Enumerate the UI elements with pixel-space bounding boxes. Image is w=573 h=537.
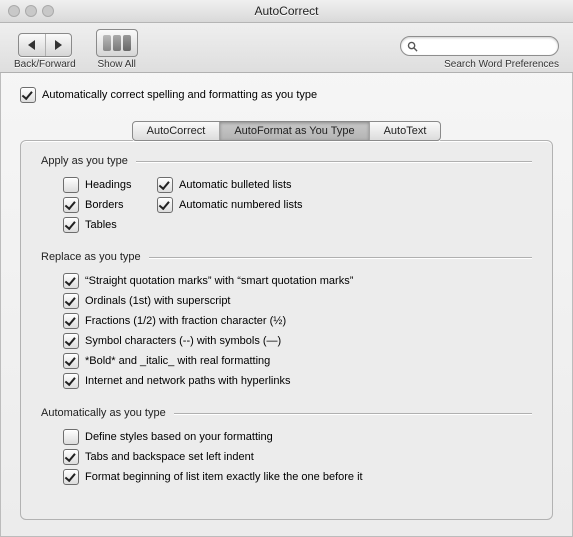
checkbox[interactable] — [63, 217, 79, 233]
section-replace-header: Replace as you type — [41, 251, 532, 263]
back-forward-segmented — [18, 33, 72, 57]
option-numbered-lists[interactable]: Automatic numbered lists — [157, 197, 532, 213]
option-label: Borders — [85, 199, 124, 211]
checkbox[interactable] — [63, 449, 79, 465]
option-label: *Bold* and _italic_ with real formatting — [85, 355, 270, 367]
checkbox[interactable] — [63, 197, 79, 213]
section-auto-title: Automatically as you type — [41, 407, 166, 419]
option-label: Automatic bulleted lists — [179, 179, 292, 191]
option-bold-italic[interactable]: *Bold* and _italic_ with real formatting — [63, 353, 532, 369]
triangle-left-icon — [28, 40, 36, 50]
minimize-button[interactable] — [25, 5, 37, 17]
divider — [136, 161, 532, 162]
option-label: Automatic numbered lists — [179, 199, 303, 211]
search-icon — [407, 41, 418, 52]
close-button[interactable] — [8, 5, 20, 17]
option-format-list-item[interactable]: Format beginning of list item exactly li… — [63, 469, 532, 485]
checkbox[interactable] — [157, 197, 173, 213]
window-controls — [8, 5, 54, 17]
option-label: Ordinals (1st) with superscript — [85, 295, 231, 307]
checkbox[interactable] — [63, 373, 79, 389]
content-area: Automatically correct spelling and forma… — [0, 73, 573, 537]
tabs-row: AutoCorrect AutoFormat as You Type AutoT… — [20, 121, 553, 141]
triangle-right-icon — [54, 40, 62, 50]
show-all-icon — [113, 35, 121, 51]
show-all-label: Show All — [98, 59, 136, 70]
preferences-window: AutoCorrect Back/Forward Show All — [0, 0, 573, 537]
section-auto: Automatically as you type Define styles … — [41, 407, 532, 485]
checkbox[interactable] — [63, 273, 79, 289]
option-label: Tabs and backspace set left indent — [85, 451, 254, 463]
show-all-icon — [123, 35, 131, 51]
show-all-icon — [103, 35, 111, 51]
checkbox[interactable] — [63, 353, 79, 369]
option-tables[interactable]: Tables — [63, 217, 153, 233]
zoom-button[interactable] — [42, 5, 54, 17]
section-replace-title: Replace as you type — [41, 251, 141, 263]
option-ordinals[interactable]: Ordinals (1st) with superscript — [63, 293, 532, 309]
tab-autotext[interactable]: AutoText — [369, 122, 441, 140]
option-label: “Straight quotation marks” with “smart q… — [85, 275, 353, 287]
section-replace: Replace as you type “Straight quotation … — [41, 251, 532, 389]
option-smart-quotes[interactable]: “Straight quotation marks” with “smart q… — [63, 273, 532, 289]
search-caption: Search Word Preferences — [444, 59, 559, 70]
search-group: Search Word Preferences — [400, 36, 559, 70]
forward-button[interactable] — [45, 34, 71, 56]
option-borders[interactable]: Borders — [63, 197, 153, 213]
show-all-button[interactable] — [96, 29, 138, 57]
option-define-styles[interactable]: Define styles based on your formatting — [63, 429, 532, 445]
section-apply-title: Apply as you type — [41, 155, 128, 167]
option-headings[interactable]: Headings — [63, 177, 153, 193]
window-title: AutoCorrect — [254, 4, 318, 18]
option-label: Symbol characters (--) with symbols (—) — [85, 335, 281, 347]
option-label: Format beginning of list item exactly li… — [85, 471, 363, 483]
option-label: Headings — [85, 179, 131, 191]
option-label: Define styles based on your formatting — [85, 431, 273, 443]
checkbox[interactable] — [63, 469, 79, 485]
checkbox[interactable] — [157, 177, 173, 193]
divider — [149, 257, 532, 258]
show-all-group: Show All — [96, 29, 138, 70]
section-auto-header: Automatically as you type — [41, 407, 532, 419]
checkbox[interactable] — [63, 333, 79, 349]
master-toggle-row[interactable]: Automatically correct spelling and forma… — [20, 87, 553, 103]
option-label: Fractions (1/2) with fraction character … — [85, 315, 286, 327]
back-button[interactable] — [19, 34, 45, 56]
checkbox[interactable] — [63, 429, 79, 445]
tabs-control: AutoCorrect AutoFormat as You Type AutoT… — [132, 121, 442, 141]
option-label: Internet and network paths with hyperlin… — [85, 375, 290, 387]
search-input[interactable] — [422, 39, 568, 53]
option-tabs-backspace[interactable]: Tabs and backspace set left indent — [63, 449, 532, 465]
toolbar: Back/Forward Show All Search Word Prefer… — [0, 23, 573, 73]
back-forward-label: Back/Forward — [14, 59, 76, 70]
checkbox[interactable] — [63, 177, 79, 193]
search-field[interactable] — [400, 36, 559, 56]
option-label: Tables — [85, 219, 117, 231]
tab-autocorrect[interactable]: AutoCorrect — [133, 122, 220, 140]
checkbox[interactable] — [63, 313, 79, 329]
checkbox-master[interactable] — [20, 87, 36, 103]
section-apply: Apply as you type Headings Automatic bul… — [41, 155, 532, 233]
divider — [174, 413, 532, 414]
section-apply-header: Apply as you type — [41, 155, 532, 167]
option-symbol-chars[interactable]: Symbol characters (--) with symbols (—) — [63, 333, 532, 349]
option-fractions[interactable]: Fractions (1/2) with fraction character … — [63, 313, 532, 329]
master-toggle-label: Automatically correct spelling and forma… — [42, 89, 317, 101]
tab-autoformat-as-you-type[interactable]: AutoFormat as You Type — [219, 122, 368, 140]
option-hyperlinks[interactable]: Internet and network paths with hyperlin… — [63, 373, 532, 389]
tab-panel: Apply as you type Headings Automatic bul… — [20, 140, 553, 520]
titlebar: AutoCorrect — [0, 0, 573, 23]
option-bulleted-lists[interactable]: Automatic bulleted lists — [157, 177, 532, 193]
back-forward-group: Back/Forward — [14, 33, 76, 70]
checkbox[interactable] — [63, 293, 79, 309]
